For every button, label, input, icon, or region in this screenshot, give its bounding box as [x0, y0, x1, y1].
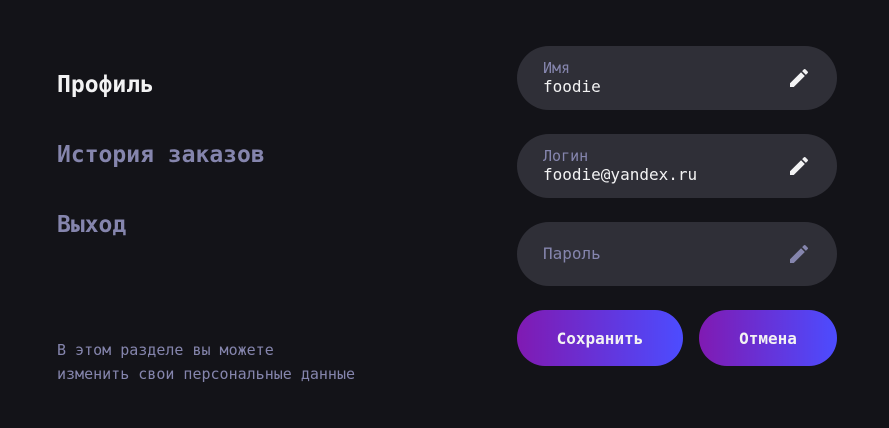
cancel-button[interactable]: Отмена: [699, 310, 837, 366]
nav-profile-link[interactable]: Профиль: [57, 70, 154, 100]
section-hint-line-1: В этом разделе вы можете: [57, 341, 274, 359]
section-hint-line-2: изменить свои персональные данные: [57, 365, 356, 383]
password-field[interactable]: Пароль: [517, 222, 837, 286]
login-field-value[interactable]: foodie@yandex.ru: [543, 165, 697, 185]
nav-order-history-link[interactable]: История заказов: [57, 140, 265, 170]
login-field[interactable]: Логин foodie@yandex.ru: [517, 134, 837, 198]
login-field-label: Логин: [543, 147, 589, 165]
section-hint: В этом разделе вы можете изменить свои п…: [57, 338, 457, 386]
name-field-label: Имя: [543, 59, 571, 77]
save-button[interactable]: Сохранить: [517, 310, 683, 366]
pencil-edit-icon[interactable]: [787, 154, 811, 178]
nav-logout-link[interactable]: Выход: [57, 210, 126, 240]
name-field[interactable]: Имя foodie: [517, 46, 837, 110]
pencil-edit-icon[interactable]: [787, 66, 811, 90]
pencil-edit-icon[interactable]: [787, 242, 811, 266]
name-field-value[interactable]: foodie: [543, 77, 601, 97]
password-field-placeholder: Пароль: [543, 244, 601, 263]
